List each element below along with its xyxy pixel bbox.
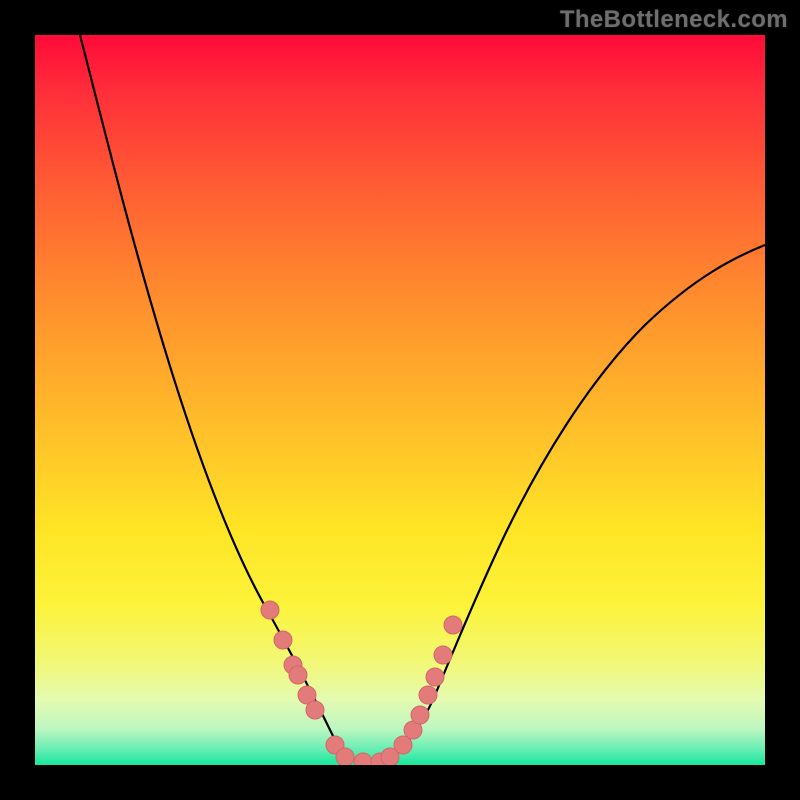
marker-dot <box>426 668 444 686</box>
marker-dot <box>274 631 292 649</box>
marker-dot <box>419 686 437 704</box>
chart-frame: TheBottleneck.com <box>0 0 800 800</box>
chart-svg <box>35 35 765 765</box>
plot-area <box>35 35 765 765</box>
watermark-text: TheBottleneck.com <box>560 6 788 34</box>
bottleneck-curve-path <box>80 35 765 762</box>
marker-dot <box>354 753 372 765</box>
marker-dot <box>411 706 429 724</box>
curve-layer <box>80 35 765 762</box>
marker-dot <box>336 748 354 765</box>
marker-dot <box>289 666 307 684</box>
marker-dot <box>444 616 462 634</box>
marker-layer <box>261 601 462 765</box>
marker-dot <box>434 646 452 664</box>
marker-dot <box>306 701 324 719</box>
marker-dot <box>261 601 279 619</box>
